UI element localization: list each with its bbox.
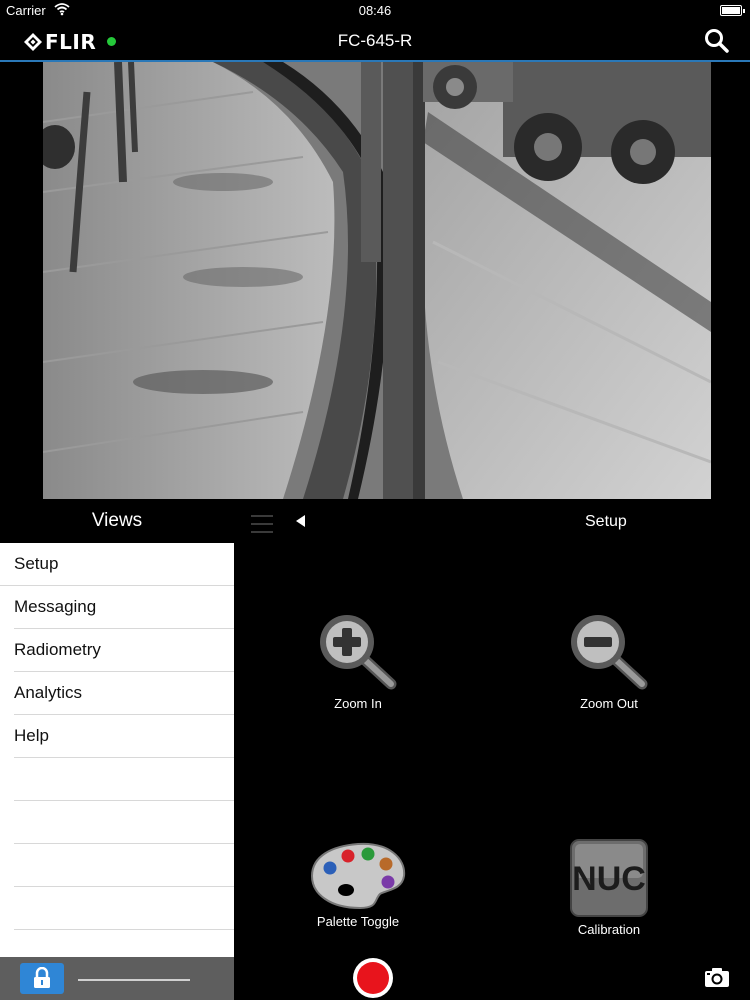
lock-button[interactable] (20, 963, 64, 994)
back-arrow-icon[interactable] (296, 515, 305, 527)
device-title: FC-645-R (337, 31, 413, 50)
zoom-in-icon (320, 615, 397, 690)
nuc-text: NUC (572, 860, 646, 898)
camera-feed[interactable] (43, 62, 711, 499)
menu-item-messaging[interactable]: Messaging (14, 586, 234, 629)
drawer-grip-icon[interactable] (251, 515, 273, 537)
menu-empty-row (14, 930, 234, 957)
views-title: Views (91, 510, 143, 531)
palette-toggle-label: Palette Toggle (316, 914, 400, 929)
setup-title: Setup (585, 513, 627, 530)
menu-item-analytics[interactable]: Analytics (14, 672, 234, 715)
zoom-out-icon (571, 615, 648, 690)
menu-item-radiometry[interactable]: Radiometry (14, 629, 234, 672)
lock-icon (34, 967, 50, 988)
palette-toggle-button[interactable]: Palette Toggle (273, 838, 443, 929)
menu-empty-row (14, 801, 234, 844)
views-menu: Setup Messaging Radiometry Analytics Hel… (0, 543, 234, 957)
nav-bar: FLIR FC-645-R (0, 22, 750, 62)
toolbar-divider (78, 979, 190, 981)
menu-item-setup[interactable]: Setup (0, 543, 234, 586)
camera-snapshot-icon[interactable] (704, 966, 730, 988)
bottom-toolbar (0, 957, 234, 1000)
nuc-calibration-icon: NUC (570, 839, 648, 917)
status-bar: Carrier 08:46 (0, 0, 750, 22)
menu-empty-row (14, 887, 234, 930)
palette-icon (310, 842, 406, 910)
search-icon[interactable] (704, 28, 730, 54)
calibration-button[interactable]: NUC Calibration (524, 838, 694, 937)
zoom-out-label: Zoom Out (580, 696, 638, 711)
zoom-in-label: Zoom In (334, 696, 382, 711)
menu-empty-row (14, 844, 234, 887)
menu-empty-row (14, 758, 234, 801)
calibration-label: Calibration (577, 922, 641, 937)
record-button[interactable] (353, 958, 393, 998)
menu-item-help[interactable]: Help (14, 715, 234, 758)
zoom-in-button[interactable]: Zoom In (273, 612, 443, 711)
clock: 08:46 (358, 3, 392, 18)
battery-icon (720, 5, 745, 16)
zoom-out-button[interactable]: Zoom Out (524, 612, 694, 711)
